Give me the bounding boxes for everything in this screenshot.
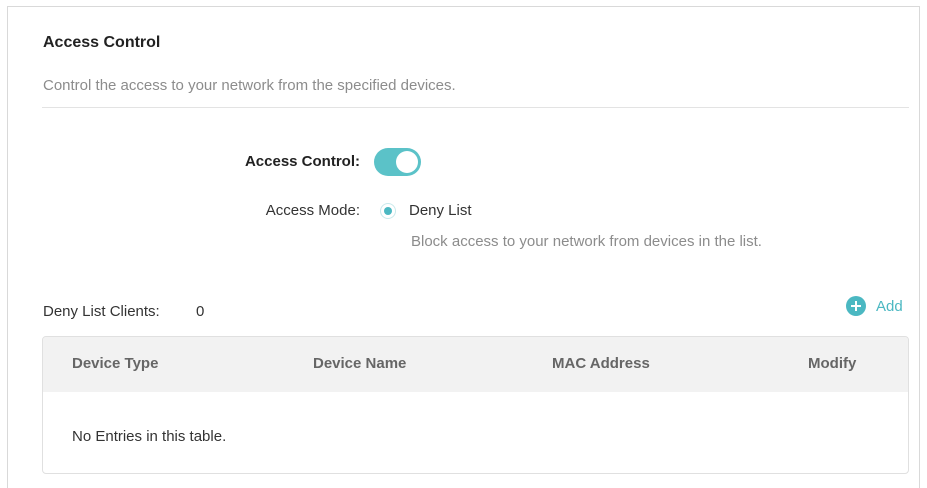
section-description: Control the access to your network from … [43, 77, 456, 94]
deny-list-option-label[interactable]: Deny List [409, 202, 472, 219]
column-header-modify: Modify [808, 355, 857, 372]
access-mode-label: Access Mode: [265, 202, 360, 219]
column-header-device-type: Device Type [72, 355, 159, 372]
deny-list-table: Device Type Device Name MAC Address Modi… [42, 336, 909, 474]
plus-circle-icon [846, 296, 866, 316]
column-header-mac-address: MAC Address [552, 355, 650, 372]
table-header: Device Type Device Name MAC Address Modi… [43, 337, 908, 392]
add-button-label: Add [876, 297, 903, 315]
toggle-knob [396, 151, 418, 173]
radio-selected-dot [384, 207, 392, 215]
section-divider [42, 107, 909, 108]
deny-list-radio[interactable] [380, 203, 396, 219]
deny-list-clients-count: 0 [196, 303, 205, 320]
access-control-toggle[interactable] [374, 148, 421, 176]
table-empty-message: No Entries in this table. [72, 428, 227, 445]
deny-list-description: Block access to your network from device… [411, 233, 762, 250]
add-button[interactable]: Add [846, 295, 903, 317]
access-control-label: Access Control: [244, 153, 360, 170]
section-title: Access Control [43, 34, 161, 51]
deny-list-clients-label: Deny List Clients: [43, 303, 160, 320]
column-header-device-name: Device Name [313, 355, 407, 372]
